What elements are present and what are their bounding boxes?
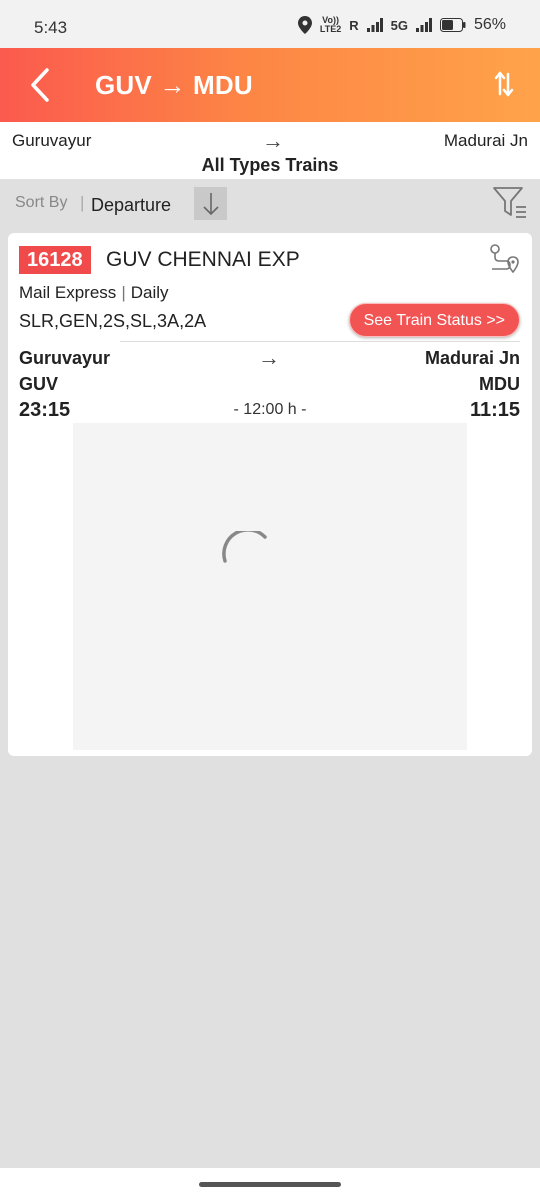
status-icons: Vo)) LTE2 R 5G 56% bbox=[297, 16, 506, 34]
status-bar: 5:43 Vo)) LTE2 R 5G 56% bbox=[0, 0, 540, 48]
sort-separator: | bbox=[80, 193, 85, 212]
chevron-left-icon bbox=[31, 68, 49, 102]
network-type-label: 5G bbox=[390, 17, 408, 33]
train-card[interactable]: 16128 GUV CHENNAI EXP Mail Express | Daily… bbox=[8, 233, 532, 756]
departure-code: GUV bbox=[19, 374, 59, 394]
departure-station: Guruvayur bbox=[19, 348, 111, 368]
app-header: GUV → MDU bbox=[0, 48, 540, 122]
see-train-status-button[interactable]: See Train Status >> bbox=[348, 303, 520, 337]
journey-arrow-icon: → bbox=[258, 345, 280, 370]
swap-vertical-icon bbox=[494, 71, 514, 97]
signal-5g-icon bbox=[415, 18, 432, 32]
to-station: Madurai Jn bbox=[443, 131, 528, 150]
arrival-code: MDU bbox=[479, 374, 520, 394]
roaming-label: R bbox=[349, 17, 359, 33]
sort-bar: Sort By | Departure bbox=[0, 179, 540, 231]
card-divider bbox=[120, 341, 520, 342]
signal-icon bbox=[366, 18, 383, 32]
swap-stations-button[interactable] bbox=[484, 64, 524, 104]
train-type: Mail Express bbox=[19, 283, 117, 302]
sort-direction-button[interactable] bbox=[194, 187, 227, 220]
volte-bottom-label: LTE2 bbox=[319, 24, 342, 34]
status-time: 5:43 bbox=[34, 18, 68, 37]
volte-indicator: Vo)) LTE2 bbox=[320, 16, 341, 34]
battery-icon bbox=[439, 18, 466, 32]
arrival-station: Madurai Jn bbox=[424, 348, 520, 368]
train-frequency: Daily bbox=[130, 283, 169, 302]
ad-placeholder bbox=[73, 423, 467, 750]
home-gesture-pill[interactable] bbox=[199, 1182, 341, 1187]
sort-by-label: Sort By bbox=[15, 194, 68, 211]
loading-spinner-icon bbox=[222, 531, 267, 563]
train-name: GUV CHENNAI EXP bbox=[106, 248, 300, 271]
route-arrow-icon: → bbox=[262, 128, 284, 153]
train-type-separator: | bbox=[121, 283, 126, 302]
journey-duration: - 12:00 h - bbox=[233, 401, 307, 418]
system-nav-bar bbox=[0, 1168, 540, 1200]
arrow-down-icon bbox=[202, 192, 219, 215]
location-icon bbox=[297, 16, 312, 34]
train-types-label[interactable]: All Types Trains bbox=[0, 155, 540, 176]
train-type-line: Mail Express | Daily bbox=[19, 283, 169, 303]
filter-icon[interactable] bbox=[492, 185, 528, 221]
from-station: Guruvayur bbox=[12, 131, 92, 150]
route-map-icon[interactable] bbox=[488, 243, 520, 275]
battery-percent: 56% bbox=[473, 16, 506, 33]
sort-option-dropdown[interactable]: Departure bbox=[91, 195, 171, 216]
back-button[interactable] bbox=[18, 62, 62, 108]
route-summary: Guruvayur → Madurai Jn All Types Trains bbox=[0, 122, 540, 179]
train-number-badge: 16128 bbox=[19, 246, 91, 274]
page-title: GUV → MDU bbox=[95, 70, 253, 100]
travel-classes: SLR,GEN,2S,SL,3A,2A bbox=[19, 311, 207, 331]
arrival-time: 11:15 bbox=[469, 399, 520, 421]
